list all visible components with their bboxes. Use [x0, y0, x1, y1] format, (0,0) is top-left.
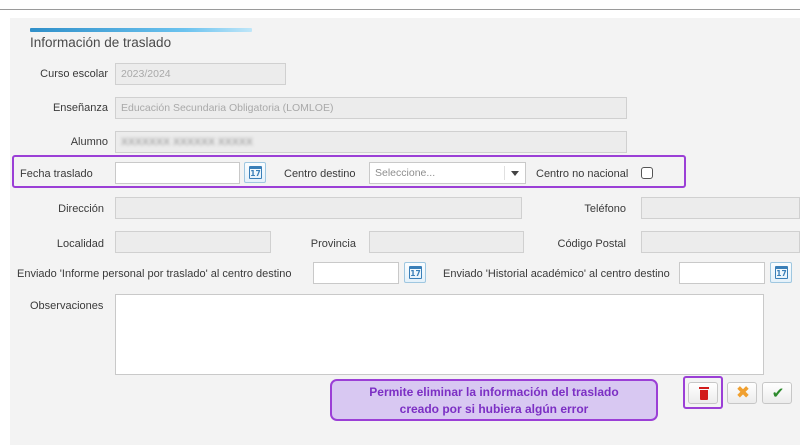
delete-tooltip: Permite eliminar la información del tras… — [330, 379, 658, 421]
delete-button[interactable] — [688, 382, 718, 404]
telefono-field — [641, 197, 800, 219]
alumno-value: XXXXXXX XXXXXX XXXXX — [121, 136, 253, 148]
centro-destino-select[interactable]: Seleccione... — [369, 162, 526, 184]
telefono-label: Teléfono — [584, 203, 626, 215]
curso-escolar-field: 2023/2024 — [115, 63, 286, 85]
chevron-down-icon — [511, 171, 519, 176]
centro-no-nacional-checkbox[interactable] — [641, 167, 653, 179]
centro-destino-label: Centro destino — [284, 168, 356, 180]
section-title: Información de traslado — [30, 35, 172, 50]
enviado-informe-date-input[interactable] — [313, 262, 399, 284]
alumno-label: Alumno — [70, 136, 108, 148]
centro-no-nacional-label: Centro no nacional — [536, 168, 629, 180]
enviado-historial-date-input[interactable] — [679, 262, 765, 284]
select-divider — [504, 166, 505, 180]
observaciones-textarea[interactable] — [115, 294, 764, 375]
section-title-accent — [30, 28, 252, 32]
direccion-field — [115, 197, 522, 219]
provincia-field — [369, 231, 524, 253]
confirm-button[interactable]: ✔ — [762, 382, 792, 404]
calendar-icon: 17 — [409, 266, 422, 279]
fecha-traslado-input[interactable] — [115, 162, 240, 184]
trash-icon-body — [700, 390, 708, 400]
observaciones-label: Observaciones — [30, 300, 104, 312]
enviado-historial-calendar-button[interactable]: 17 — [770, 262, 792, 283]
top-divider — [0, 0, 800, 10]
ensenanza-field: Educación Secundaria Obligatoria (LOMLOE… — [115, 97, 627, 119]
tooltip-line-1: Permite eliminar la información del tras… — [369, 385, 619, 399]
codigo-postal-label: Código Postal — [557, 238, 627, 250]
enviado-historial-label: Enviado 'Historial académico' al centro … — [443, 268, 670, 280]
calendar-icon: 17 — [775, 266, 788, 279]
x-icon: ✖ — [735, 383, 751, 403]
direccion-label: Dirección — [58, 203, 104, 215]
calendar-icon: 17 — [249, 166, 262, 179]
cancel-button[interactable]: ✖ — [727, 382, 757, 404]
tooltip-line-2: creado por si hubiera algún error — [399, 402, 589, 416]
centro-destino-placeholder: Seleccione... — [375, 167, 436, 179]
curso-escolar-label: Curso escolar — [40, 68, 108, 80]
enviado-informe-calendar-button[interactable]: 17 — [404, 262, 426, 283]
provincia-label: Provincia — [310, 238, 356, 250]
alumno-field: XXXXXXX XXXXXX XXXXX — [115, 131, 627, 153]
fecha-traslado-label: Fecha traslado — [20, 168, 93, 180]
check-icon: ✔ — [771, 384, 785, 402]
enviado-informe-label: Enviado 'Informe personal por traslado' … — [17, 268, 292, 280]
trash-icon — [699, 387, 709, 389]
localidad-label: Localidad — [56, 238, 104, 250]
codigo-postal-field — [641, 231, 800, 253]
fecha-traslado-calendar-button[interactable]: 17 — [244, 162, 266, 183]
localidad-field — [115, 231, 271, 253]
ensenanza-label: Enseñanza — [52, 102, 108, 114]
